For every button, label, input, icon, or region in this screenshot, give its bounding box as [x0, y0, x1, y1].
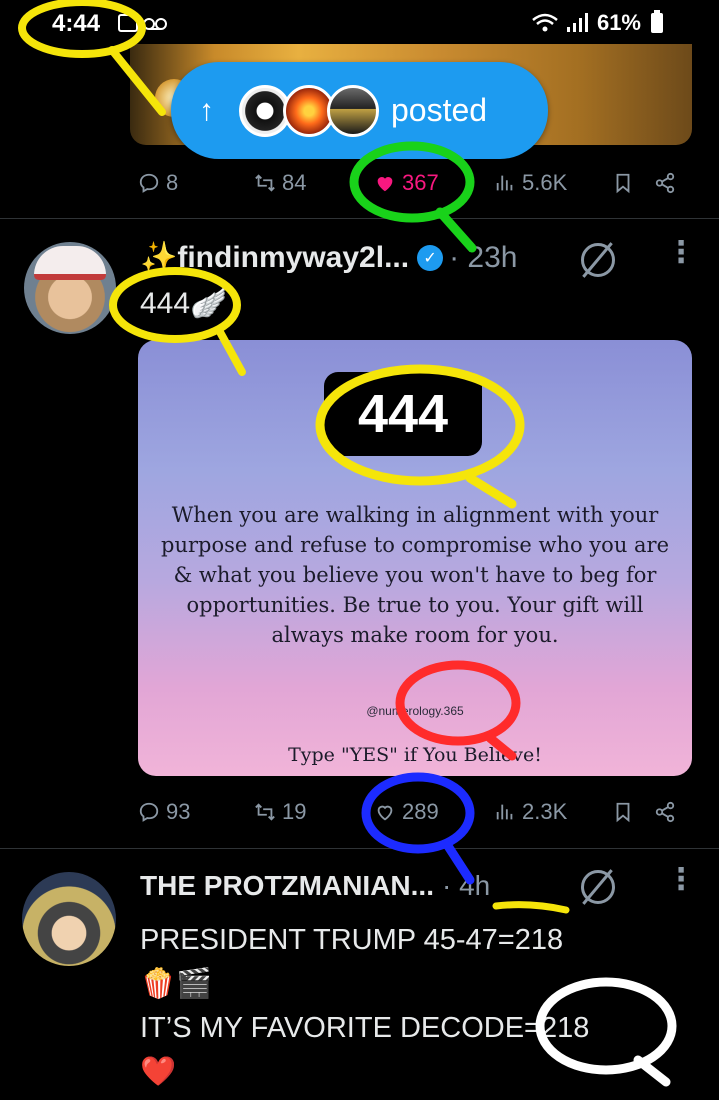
post-text-number: 444	[140, 287, 191, 320]
share-icon	[655, 172, 675, 194]
like-button[interactable]: 367	[374, 170, 439, 196]
card-quote: When you are walking in alignment with y…	[161, 503, 669, 647]
new-posts-pill[interactable]: ↑ posted	[171, 62, 548, 159]
arrow-up-icon: ↑	[199, 93, 214, 127]
share-button[interactable]	[654, 801, 676, 823]
more-options-icon[interactable]: ⋮	[666, 865, 696, 895]
reply-icon	[139, 802, 159, 822]
share-button[interactable]	[654, 172, 676, 194]
display-name[interactable]: THE PROTZMANIAN...	[140, 870, 434, 902]
post-text-line: IT’S MY FAVORITE DECODE=218	[140, 1012, 590, 1044]
like-count: 367	[402, 170, 439, 195]
status-time: 4:44	[52, 10, 101, 37]
reply-button[interactable]: 8	[138, 170, 178, 196]
grok-icon[interactable]	[581, 870, 615, 904]
bookmark-icon	[616, 173, 630, 194]
wing-icon: 🪽	[190, 287, 228, 320]
post-emoji-line: 🍿🎬	[140, 968, 213, 1000]
posted-label: posted	[391, 92, 488, 128]
reply-icon	[139, 173, 159, 193]
views-count: 2.3K	[522, 799, 568, 824]
more-options-icon[interactable]: ⋮	[666, 238, 696, 268]
display-name[interactable]: ✨findinmyway2l...	[140, 240, 409, 275]
post2-header: ✨findinmyway2l... ✓ · 23h	[140, 240, 517, 275]
bookmark-button[interactable]	[612, 801, 634, 823]
heart-emoji: ❤️	[140, 1056, 177, 1088]
avatar[interactable]	[22, 872, 116, 966]
heart-filled-icon	[377, 177, 393, 192]
card-number: 444	[324, 372, 482, 456]
views-icon	[496, 804, 513, 820]
repost-icon	[255, 174, 275, 192]
avatar	[327, 84, 379, 137]
divider	[0, 218, 719, 219]
repost-button[interactable]: 84	[254, 170, 306, 196]
repost-button[interactable]: 19	[254, 799, 306, 825]
post1-action-bar: 8 84 367 5.6K	[138, 163, 688, 203]
post-text-line: PRESIDENT TRUMP 45-47=218	[140, 924, 564, 956]
divider	[0, 848, 719, 849]
grok-icon[interactable]	[581, 243, 615, 277]
reply-count: 93	[166, 799, 191, 824]
post-time[interactable]: · 4h	[442, 870, 490, 902]
repost-count: 19	[282, 799, 307, 824]
post-text: PRESIDENT TRUMP 45-47=218 🍿🎬 IT’S MY FAV…	[140, 918, 700, 1094]
gallery-icon	[118, 14, 138, 32]
share-icon	[655, 801, 675, 823]
views-button[interactable]: 5.6K	[494, 170, 567, 196]
avatar[interactable]	[24, 242, 116, 334]
annotation-yellow-underline-time	[492, 901, 570, 914]
post2-media-card[interactable]: 444 When you are walking in alignment wi…	[138, 340, 692, 776]
signal-icon	[566, 13, 588, 32]
reply-button[interactable]: 93	[138, 799, 190, 825]
bookmark-button[interactable]	[612, 172, 634, 194]
post2-action-bar: 93 19 289 2.3K	[138, 792, 688, 832]
post3-header: THE PROTZMANIAN... · 4h	[140, 870, 490, 902]
repost-count: 84	[282, 170, 307, 195]
repost-icon	[255, 803, 275, 821]
card-cta: Type "YES" if You Believe!	[288, 744, 542, 766]
battery-percent: 61%	[596, 10, 641, 35]
like-count: 289	[402, 799, 439, 824]
like-button[interactable]: 289	[374, 799, 439, 825]
card-handle: @numerology.365	[366, 704, 464, 718]
heart-icon	[377, 805, 393, 821]
battery-icon	[651, 10, 663, 33]
views-icon	[496, 175, 513, 191]
post-time[interactable]: · 23h	[449, 241, 517, 275]
reply-count: 8	[166, 170, 179, 195]
bookmark-icon	[616, 802, 630, 823]
status-bar: 4:44 61%	[0, 0, 719, 50]
views-button[interactable]: 2.3K	[494, 799, 567, 825]
voicemail-icon	[143, 18, 167, 30]
views-count: 5.6K	[522, 170, 568, 195]
wifi-icon	[532, 13, 558, 32]
post-text: 444🪽	[140, 286, 227, 321]
verified-badge-icon: ✓	[417, 244, 444, 271]
